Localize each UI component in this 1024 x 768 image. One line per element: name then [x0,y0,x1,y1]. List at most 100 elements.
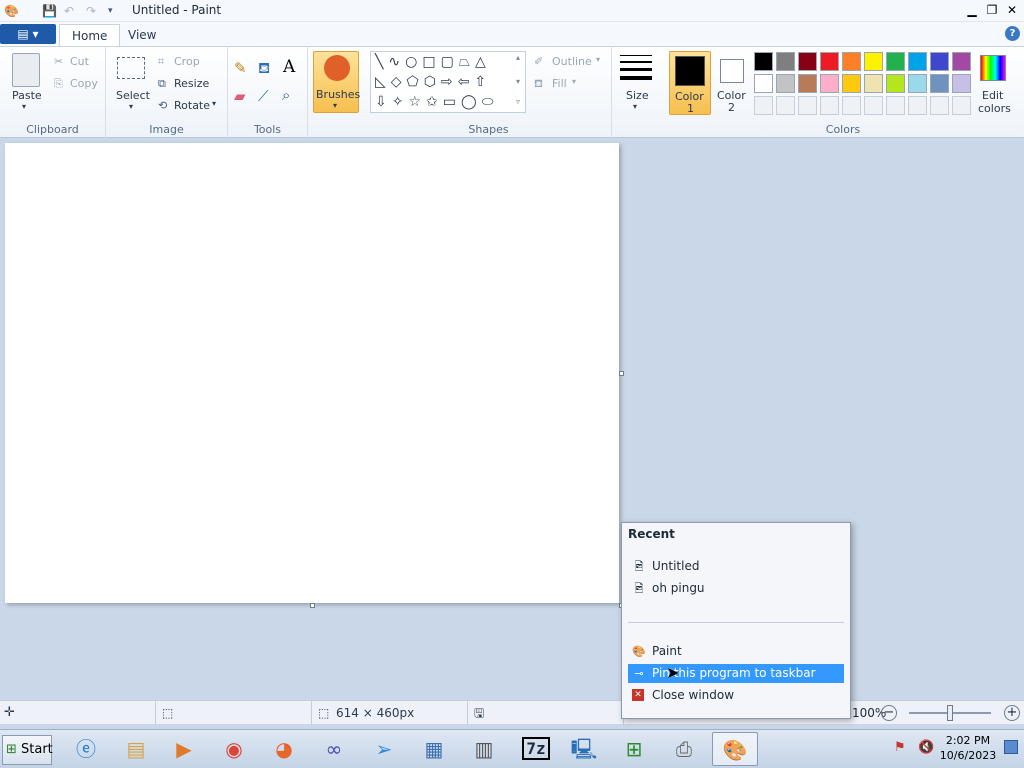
action-center-flag-icon[interactable]: ⚑ [894,740,906,755]
drawing-canvas[interactable] [5,143,619,603]
rotate-dropdown-icon[interactable]: ▾ [212,99,216,108]
shapes-row-3-icons[interactable]: ⇩✧☆✩▭◯⬭ [375,94,499,110]
cut-button[interactable]: Cut [70,55,89,68]
volume-muted-icon[interactable]: 🔇 [918,740,934,755]
palette-color-swatch[interactable] [930,52,949,71]
select-icon[interactable] [117,57,145,79]
minimize-button[interactable]: ▁ [962,2,982,19]
printer-icon[interactable]: ⎙ [664,732,704,766]
size-icon[interactable] [620,55,652,81]
telegram-icon[interactable]: ➢ [364,732,404,766]
palette-custom-slot[interactable] [864,96,883,115]
color1-button[interactable]: Color 1 [669,51,711,115]
zoom-in-button[interactable]: + [1004,705,1020,721]
save-icon[interactable]: 💾 [42,3,57,19]
open-paint-item[interactable]: 🎨 Paint [628,642,844,661]
canvas-resize-handle-bottom[interactable] [310,603,315,608]
palette-custom-slot[interactable] [952,96,971,115]
shapes-row-2-icons[interactable]: ◺◇⬠⬡⇨⇦⇧ [375,74,491,90]
fill-button[interactable]: Fill [552,77,567,90]
tab-home[interactable]: Home [59,24,121,46]
palette-custom-slot[interactable] [886,96,905,115]
network-computer-icon[interactable]: 🖳 [564,732,604,766]
palette-custom-slot[interactable] [754,96,773,115]
palette-color-swatch[interactable] [754,52,773,71]
palette-custom-slot[interactable] [842,96,861,115]
paint-taskbar-button[interactable]: 🎨 [712,732,758,766]
palette-color-swatch[interactable] [886,52,905,71]
color-picker-icon[interactable]: ⟋ [258,87,269,105]
shapes-scroll-up-icon[interactable]: ▴ [516,53,520,62]
palette-color-swatch[interactable] [842,52,861,71]
shapes-row-1-icons[interactable]: ╲∿○□▢⏢△ [375,54,491,70]
palette-color-swatch[interactable] [820,52,839,71]
palette-color-swatch[interactable] [776,52,795,71]
brushes-button[interactable]: Brushes ▾ [313,51,360,113]
palette-custom-slot[interactable] [776,96,795,115]
media-player-icon[interactable]: ▶ [164,732,204,766]
paint-app-icon[interactable]: 🎨 [4,3,19,19]
crop-button[interactable]: Crop [174,55,200,68]
close-window-item[interactable]: ✕ Close window [628,686,844,705]
file-menu-button[interactable]: ▤ ▾ [0,24,56,44]
chrome-icon[interactable]: ◉ [214,732,254,766]
file-explorer-icon[interactable]: ▤ [116,732,156,766]
recent-item[interactable]: 🖻 oh pingu [628,579,844,598]
color2-button[interactable]: Color 2 [713,51,751,115]
zoom-slider-thumb[interactable] [947,705,953,721]
palette-custom-slot[interactable] [820,96,839,115]
size-button[interactable]: Size [626,89,649,102]
text-tool-icon[interactable]: A [283,57,295,77]
palette-custom-slot[interactable] [908,96,927,115]
close-button[interactable]: ✕ [1002,2,1022,19]
palette-color-swatch[interactable] [952,74,971,93]
resize-button[interactable]: Resize [174,77,209,90]
tab-view[interactable]: View [116,24,168,46]
palette-color-swatch[interactable] [864,74,883,93]
7zip-icon[interactable]: 7z [516,732,556,766]
shapes-expand-icon[interactable]: ▿ [516,97,520,106]
customize-qat-icon[interactable]: ▾ [108,3,113,19]
edit-colors-icon[interactable] [980,55,1006,81]
select-dropdown-icon[interactable]: ▾ [129,102,133,111]
pencil-icon[interactable]: ✎ [234,59,247,77]
paste-button[interactable]: Paste [12,89,42,102]
palette-color-swatch[interactable] [908,74,927,93]
palette-custom-slot[interactable] [930,96,949,115]
eraser-icon[interactable]: ▰ [234,87,246,105]
paste-icon[interactable] [12,53,40,87]
server-app-icon[interactable]: ▥ [464,732,504,766]
control-panel-icon[interactable]: ▦ [414,732,454,766]
paste-dropdown-icon[interactable]: ▾ [22,102,26,111]
system-clock[interactable]: 2:02 PM 10/6/2023 [938,733,998,763]
undo-icon[interactable]: ↶ [64,3,74,19]
internet-explorer-icon[interactable]: ⓔ [66,732,106,766]
palette-color-swatch[interactable] [908,52,927,71]
help-icon[interactable]: ? [1005,26,1020,41]
firefox-icon[interactable]: ◕ [264,732,304,766]
outline-dropdown-icon[interactable]: ▾ [596,55,600,64]
palette-custom-slot[interactable] [798,96,817,115]
palette-color-swatch[interactable] [952,52,971,71]
palette-color-swatch[interactable] [798,52,817,71]
pin-to-taskbar-item[interactable]: ⊸ Pin this program to taskbar [628,664,844,683]
palette-color-swatch[interactable] [754,74,773,93]
redo-icon[interactable]: ↷ [86,3,96,19]
show-desktop-icon[interactable] [1004,740,1018,754]
rotate-button[interactable]: Rotate [174,99,210,112]
palette-color-swatch[interactable] [842,74,861,93]
palette-color-swatch[interactable] [820,74,839,93]
select-button[interactable]: Select [116,89,150,102]
shapes-scroll-down-icon[interactable]: ▾ [516,77,520,86]
start-button[interactable]: ⊞ Start [2,735,53,765]
canvas-resize-handle-right[interactable] [619,371,624,376]
infinity-app-icon[interactable]: ∞ [314,732,354,766]
fill-dropdown-icon[interactable]: ▾ [572,77,576,86]
outline-button[interactable]: Outline [552,55,592,68]
recent-item[interactable]: 🖻 Untitled [628,557,844,576]
edit-colors-line1[interactable]: Edit [982,89,1003,102]
magnifier-icon[interactable]: ⌕ [282,86,290,104]
edit-colors-line2[interactable]: colors [978,102,1011,115]
windows-update-icon[interactable]: ⊞ [614,732,654,766]
restore-button[interactable]: ❐ [982,2,1002,19]
